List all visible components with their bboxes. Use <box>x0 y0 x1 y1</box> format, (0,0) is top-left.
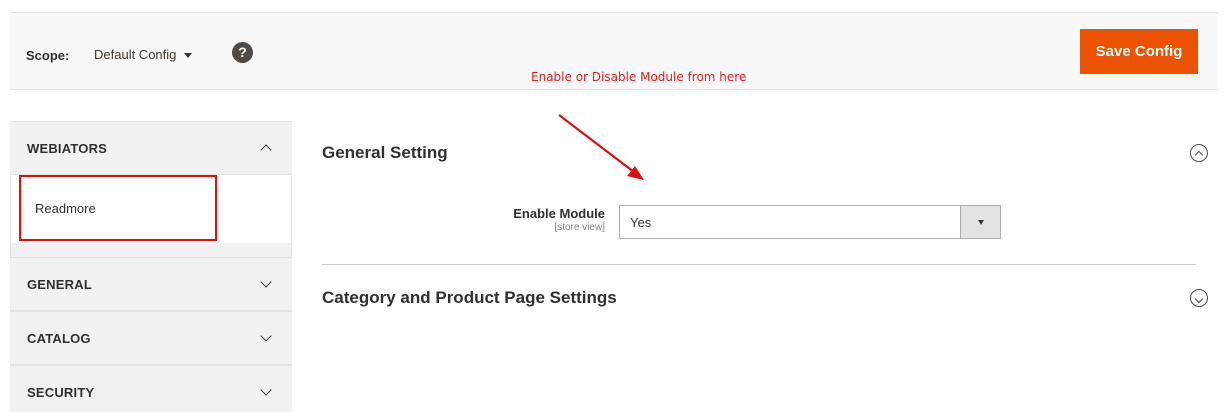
enable-module-label: Enable Module [store view] <box>440 206 605 233</box>
scope-switcher[interactable]: Default Config <box>94 47 193 62</box>
sidebar-tab-general[interactable]: GENERAL <box>10 257 292 311</box>
config-main: General Setting <box>322 120 1218 186</box>
section-title: Category and Product Page Settings <box>322 288 617 307</box>
caret-down-icon <box>184 53 193 58</box>
sidebar-tab-webiators-items: Readmore <box>10 175 292 243</box>
chevron-down-icon <box>260 276 272 288</box>
expand-circle-icon[interactable] <box>1190 289 1208 307</box>
sidebar-tab-webiators[interactable]: WEBIATORS <box>10 121 292 175</box>
sidebar-tab-label: SECURITY <box>27 384 95 400</box>
select-arrow[interactable] <box>960 206 1000 238</box>
field-scope: [store view] <box>554 222 605 233</box>
scope-value: Default Config <box>94 47 177 62</box>
sidebar-item-readmore[interactable]: Readmore <box>19 175 217 241</box>
annotation-text: Enable or Disable Module from here <box>531 70 747 84</box>
sidebar-tab-catalog[interactable]: CATALOG <box>10 311 292 365</box>
help-icon[interactable]: ? <box>232 42 253 63</box>
sidebar-tab-label: WEBIATORS <box>27 140 108 156</box>
sidebar-tab-label: CATALOG <box>27 330 91 346</box>
sidebar-tab-label: GENERAL <box>27 276 92 292</box>
section-general-setting[interactable]: General Setting <box>322 120 1218 186</box>
collapse-circle-icon[interactable] <box>1190 144 1208 162</box>
sidebar-item-label: Readmore <box>35 200 96 216</box>
section-category-product-settings[interactable]: Category and Product Page Settings <box>322 265 1218 331</box>
chevron-down-icon <box>260 384 272 396</box>
save-config-button[interactable]: Save Config <box>1080 29 1198 74</box>
chevron-up-icon <box>260 144 272 156</box>
config-sidebar: WEBIATORS Readmore GENERAL CATALOG SECUR… <box>10 121 292 412</box>
chevron-down-icon <box>260 330 272 342</box>
section-title: General Setting <box>322 143 448 162</box>
select-value: Yes <box>630 214 652 230</box>
sidebar-spacer <box>10 243 292 257</box>
enable-module-select[interactable]: Yes <box>619 205 1001 239</box>
field-label: Enable Module <box>513 206 605 221</box>
sidebar-tab-security[interactable]: SECURITY <box>10 365 292 412</box>
caret-down-icon <box>977 219 984 225</box>
scope-label: Scope: <box>26 48 70 63</box>
